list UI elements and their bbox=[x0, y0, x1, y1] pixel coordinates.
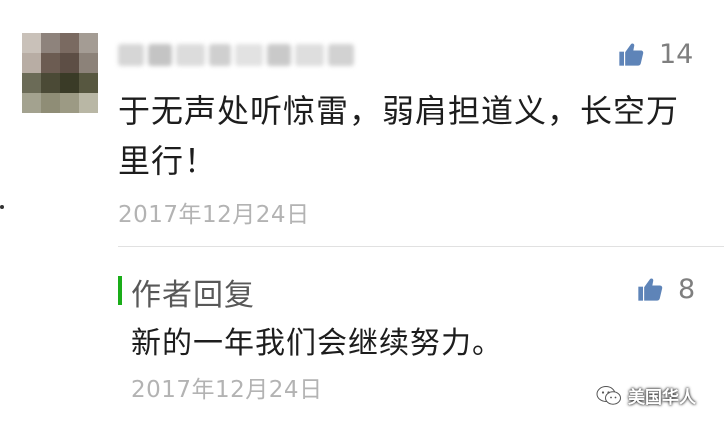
comment-like-button[interactable]: 14 bbox=[617, 40, 693, 68]
author-reply-label: 作者回复 bbox=[131, 278, 255, 313]
reply-like-button[interactable]: 8 bbox=[636, 275, 695, 303]
reply-date: 2017年12月24日 bbox=[131, 377, 323, 403]
username-blurred[interactable] bbox=[118, 40, 354, 70]
comment-like-count: 14 bbox=[659, 38, 694, 70]
comment-date: 2017年12月24日 bbox=[118, 202, 310, 228]
reply-like-count: 8 bbox=[678, 273, 696, 305]
avatar[interactable] bbox=[22, 33, 98, 113]
comment-text: 于无声处听惊雷，弱肩担道义，长空万里行！ bbox=[118, 92, 680, 180]
reply-accent-bar bbox=[118, 276, 122, 305]
reply-text: 新的一年我们会继续努力。 bbox=[131, 326, 503, 361]
wechat-logo-icon bbox=[596, 385, 621, 405]
thumbs-up-icon bbox=[619, 43, 644, 66]
comment-card: 14 于无声处听惊雷，弱肩担道义，长空万里行！ 2017年12月24日 作者回复… bbox=[0, 0, 724, 424]
edge-marker bbox=[0, 205, 4, 209]
divider bbox=[118, 246, 724, 247]
watermark: 美国华人 bbox=[596, 383, 696, 408]
watermark-text: 美国华人 bbox=[628, 388, 696, 408]
thumbs-up-icon bbox=[638, 278, 663, 301]
